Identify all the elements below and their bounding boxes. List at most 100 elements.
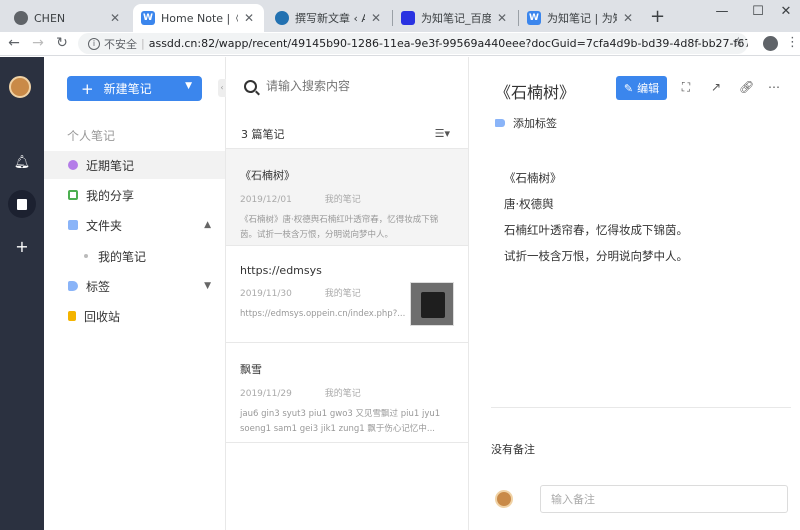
note-title: https://edmsys (240, 264, 322, 277)
close-icon[interactable]: ✕ (495, 11, 509, 25)
chevron-up-icon[interactable]: ▲ (204, 220, 211, 230)
sidebar-item-trash[interactable]: 回收站 (44, 302, 225, 330)
info-icon[interactable]: i (88, 37, 100, 50)
document-icon (17, 199, 27, 210)
back-icon[interactable]: ← (6, 35, 22, 51)
browser-tab[interactable]: 撰写新文章 ‹ ASSD ✕ (267, 4, 391, 32)
insecure-label: 不安全 (104, 37, 137, 51)
reload-icon[interactable]: ↻ (54, 35, 70, 51)
body-line: 试折一枝含万恨，分明说向梦中人。 (504, 249, 688, 263)
trash-icon (68, 311, 76, 321)
minimize-icon[interactable]: — (712, 4, 732, 19)
sidebar-item-label: 回收站 (84, 309, 121, 324)
url-field[interactable]: i 不安全 | assdd.cn:82/wapp/recent/49145b90… (78, 33, 748, 54)
note-meta: 2019/12/01 我的笔记 (240, 192, 454, 205)
sidebar-item-folders[interactable]: 文件夹 ▲ (44, 211, 225, 239)
account-icon[interactable] (763, 36, 778, 51)
sidebar-item-shares[interactable]: 我的分享 (44, 181, 225, 209)
forward-icon[interactable]: → (30, 35, 46, 51)
tag-icon (495, 119, 505, 127)
add-tag-label: 添加标签 (513, 117, 557, 130)
collapse-sidebar-handle[interactable]: ‹ (218, 79, 226, 97)
fullscreen-icon[interactable]: ⛶ (679, 80, 693, 95)
body-line: 石楠红叶透帘春，忆得妆成下锦茵。 (504, 223, 688, 237)
memo-input[interactable] (540, 485, 788, 513)
tag-icon (68, 281, 78, 291)
add-tag-row[interactable]: 添加标签 (495, 115, 557, 131)
sidebar: + 新建笔记 ▼ ‹ 个人笔记 近期笔记 我的分享 文件夹 ▲ 我的笔记 标签 … (44, 57, 226, 530)
tab-title: Home Note |《石 (161, 12, 238, 25)
note-count: 3 篇笔记 (241, 127, 285, 141)
sidebar-item-my-notes[interactable]: 我的笔记 (44, 242, 225, 270)
body-line: 唐·权德舆 (504, 197, 554, 211)
browser-menu-icon[interactable]: ⋮ (786, 35, 799, 50)
note-snippet: 《石楠树》唐·权德舆石楠红叶透帘春，忆得妆成下锦茵。试折一枝含万恨，分明说向梦中… (240, 215, 439, 240)
bell-icon[interactable]: 🔔︎ (0, 155, 44, 170)
link-icon[interactable]: 🔗︎ (739, 80, 754, 94)
sidebar-item-label: 近期笔记 (86, 158, 135, 173)
note-date: 2019/12/01 (240, 195, 292, 205)
new-note-button[interactable]: + 新建笔记 ▼ (67, 76, 202, 101)
maximize-icon[interactable]: ☐ (748, 4, 768, 19)
sidebar-item-recent[interactable]: 近期笔记 (44, 151, 225, 179)
note-folder: 我的笔记 (324, 195, 361, 205)
clock-icon (68, 160, 78, 170)
sidebar-item-label: 文件夹 (86, 218, 123, 233)
plus-icon: + (81, 79, 94, 98)
share-icon (68, 190, 78, 200)
memo-label: 没有备注 (491, 443, 535, 456)
list-item[interactable]: https://edmsys 2019/11/30 我的笔记 https://e… (226, 246, 468, 343)
close-icon[interactable]: ✕ (108, 11, 122, 25)
pencil-icon: ✎ (623, 81, 634, 95)
left-rail: 🔔︎ + (0, 57, 44, 530)
browser-tab[interactable]: W 为知笔记 | 为知笔记 ✕ (519, 4, 643, 32)
note-snippet: jau6 gin3 syut3 piu1 gwo3 又见雪飘过 piu1 jyu… (240, 409, 441, 434)
window-close-icon[interactable]: ✕ (776, 4, 796, 19)
folder-icon (68, 220, 78, 230)
bookmark-star-icon[interactable]: ☆ (732, 35, 745, 51)
more-icon[interactable]: ⋯ (767, 80, 781, 94)
browser-tab[interactable]: CHEN ✕ (6, 4, 130, 32)
edit-button[interactable]: ✎ 编辑 (616, 76, 667, 100)
note-folder: 我的笔记 (324, 389, 361, 399)
sidebar-item-label: 我的分享 (86, 188, 135, 203)
url-text: assdd.cn:82/wapp/recent/49145b90-1286-11… (148, 37, 748, 50)
divider (491, 407, 791, 408)
wordpress-icon (275, 11, 289, 25)
sort-icon[interactable]: ☰▾ (435, 127, 450, 140)
close-icon[interactable]: ✕ (242, 11, 256, 25)
chevron-down-icon[interactable]: ▼ (204, 281, 211, 291)
search-bar (244, 79, 446, 93)
close-icon[interactable]: ✕ (621, 11, 635, 25)
baidu-icon (401, 11, 415, 25)
browser-tab-bar: CHEN ✕ W Home Note |《石 ✕ 撰写新文章 ‹ ASSD ✕ … (0, 0, 800, 32)
sidebar-item-label: 标签 (86, 279, 111, 294)
tab-title: 撰写新文章 ‹ ASSD (295, 12, 365, 25)
list-item[interactable]: 《石楠树》 2019/12/01 我的笔记 《石楠树》唐·权德舆石楠红叶透帘春，… (226, 149, 468, 246)
note-detail: 《石楠树》 ✎ 编辑 ⛶ ↗ 🔗︎ ⋯ 添加标签 《石楠树》 唐·权德舆 石楠红… (469, 57, 800, 530)
url-separator: | (141, 37, 145, 50)
app-root: 🔔︎ + + 新建笔记 ▼ ‹ 个人笔记 近期笔记 我的分享 文件夹 ▲ 我的笔… (0, 57, 800, 530)
thumbnail-device (421, 292, 445, 318)
open-external-icon[interactable]: ↗ (709, 80, 723, 94)
list-item[interactable]: 飘雪 2019/11/29 我的笔记 jau6 gin3 syut3 piu1 … (226, 343, 468, 443)
add-icon[interactable]: + (0, 237, 44, 256)
note-thumbnail (410, 282, 454, 326)
note-date: 2019/11/29 (240, 389, 292, 399)
new-tab-icon[interactable]: + (650, 6, 665, 27)
new-note-label: 新建笔记 (103, 82, 152, 96)
chevron-down-icon[interactable]: ▼ (185, 81, 192, 91)
avatar[interactable] (9, 76, 31, 98)
tab-title: 为知笔记_百度搜索 (421, 12, 491, 25)
search-icon[interactable] (244, 79, 257, 93)
search-input[interactable] (266, 79, 446, 93)
note-body[interactable]: 《石楠树》 唐·权德舆 石楠红叶透帘春，忆得妆成下锦茵。 试折一枝含万恨，分明说… (504, 165, 688, 269)
page-title: 《石楠树》 (495, 83, 576, 102)
note-snippet: https://edmsys.oppein.cn/index.php?... (240, 309, 406, 319)
edit-label: 编辑 (637, 82, 660, 95)
close-icon[interactable]: ✕ (369, 11, 383, 25)
browser-tab[interactable]: 为知笔记_百度搜索 ✕ (393, 4, 517, 32)
sidebar-item-tags[interactable]: 标签 ▼ (44, 272, 225, 300)
globe-icon (14, 11, 28, 25)
browser-tab-active[interactable]: W Home Note |《石 ✕ (133, 4, 264, 32)
